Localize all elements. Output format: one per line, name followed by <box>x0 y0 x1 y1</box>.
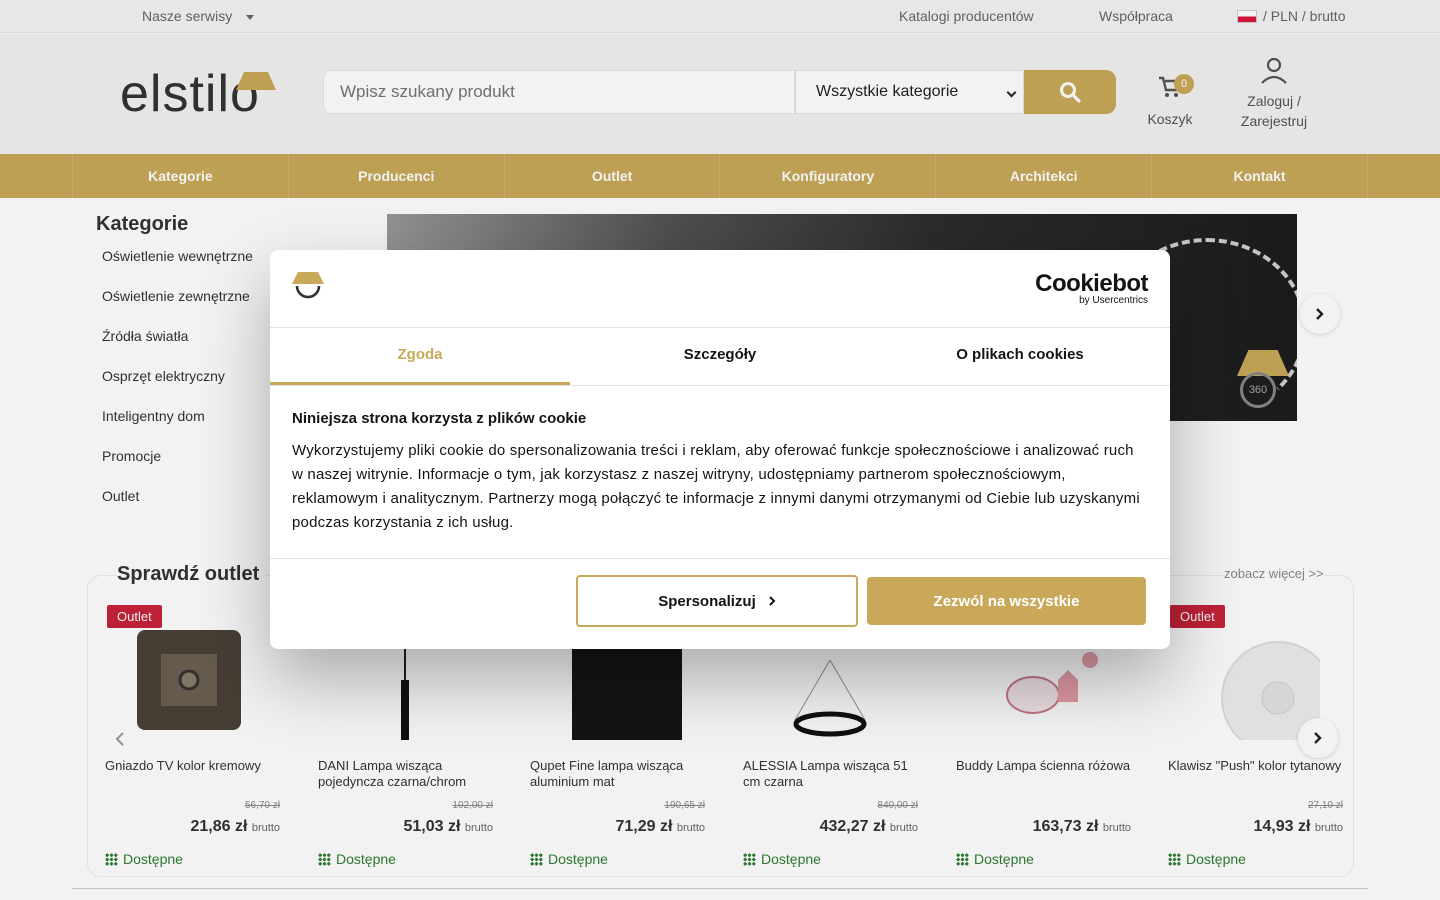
cookie-consent-dialog: Cookiebot by Usercentrics Zgoda Szczegół… <box>270 250 1170 649</box>
chevron-right-icon <box>769 596 776 606</box>
cookiebot-brand-sub: by Usercentrics <box>1079 295 1148 306</box>
personalize-button[interactable]: Spersonalizuj <box>576 575 858 627</box>
dialog-tabs: Zgoda Szczegóły O plikach cookies <box>270 328 1170 386</box>
site-logo-icon <box>292 272 324 299</box>
personalize-label: Spersonalizuj <box>658 592 756 610</box>
dialog-footer: Spersonalizuj Zezwól na wszystkie <box>270 559 1170 648</box>
cookiebot-brand: Cookiebot <box>1035 270 1148 297</box>
dialog-text: Wykorzystujemy pliki cookie do spersonal… <box>292 442 1140 531</box>
cookiebot-logo[interactable]: Cookiebot by Usercentrics <box>1035 272 1148 306</box>
tab-consent[interactable]: Zgoda <box>270 328 570 385</box>
allow-all-button[interactable]: Zezwól na wszystkie <box>867 577 1146 625</box>
dialog-header: Cookiebot by Usercentrics <box>270 250 1170 328</box>
dialog-body: Niniejsza strona korzysta z plików cooki… <box>270 386 1170 559</box>
dialog-heading: Niniejsza strona korzysta z plików cooki… <box>292 410 587 427</box>
tab-details[interactable]: Szczegóły <box>570 328 870 385</box>
tab-about-cookies[interactable]: O plikach cookies <box>870 328 1170 385</box>
